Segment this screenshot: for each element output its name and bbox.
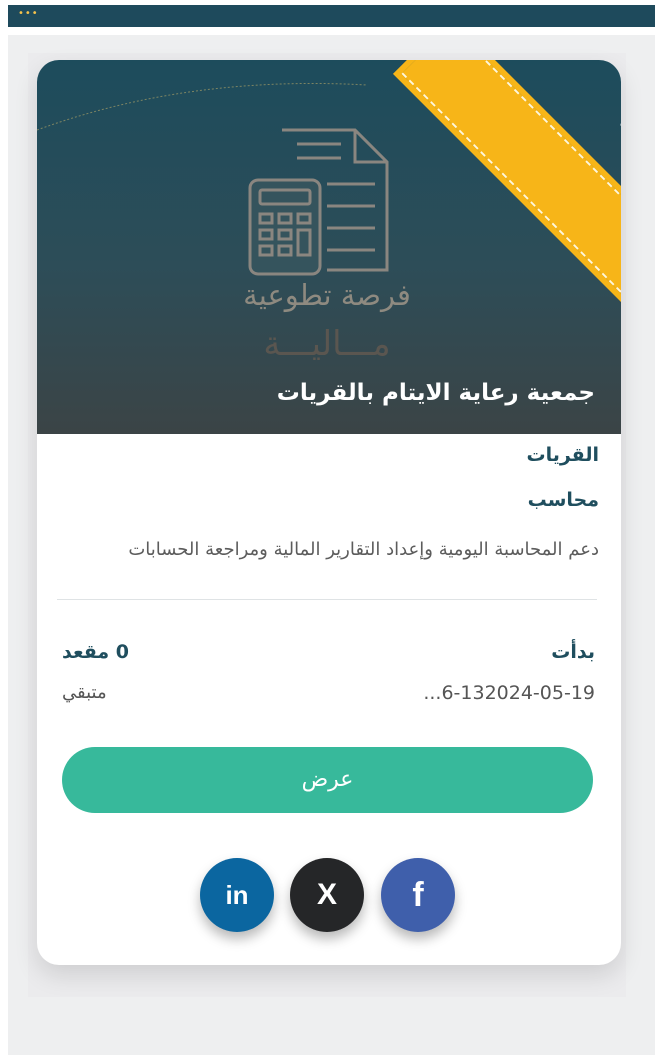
date-range: ...6-132024-05-19 bbox=[409, 682, 595, 704]
linkedin-icon: in bbox=[225, 880, 249, 910]
facebook-share-button[interactable]: f bbox=[381, 858, 455, 932]
end-date: ...6-13 bbox=[423, 682, 485, 704]
started-label: بدأت bbox=[551, 641, 595, 663]
city-label: القريات bbox=[526, 444, 599, 466]
card-hero: فرصة تطوعية مـــاليـــة جمعية رعاية الاي… bbox=[37, 60, 621, 434]
description: دعم المحاسبة اليومية وإعداد التقارير الم… bbox=[128, 539, 599, 560]
seats-count: 0 مقعد bbox=[62, 641, 129, 663]
role-label: محاسب bbox=[527, 489, 599, 511]
organization-name: جمعية رعاية الايتام بالقريات bbox=[276, 380, 595, 406]
start-date: 2024-05-19 bbox=[484, 682, 595, 704]
urgent-ribbon: عاجلة bbox=[362, 60, 621, 339]
opportunity-card[interactable]: فرصة تطوعية مـــاليـــة جمعية رعاية الاي… bbox=[37, 60, 621, 965]
facebook-icon: f bbox=[412, 876, 424, 914]
view-button[interactable]: عرض bbox=[62, 747, 593, 813]
dots-indicator: ••• bbox=[18, 8, 39, 19]
top-bar: ••• bbox=[8, 5, 655, 27]
linkedin-share-button[interactable]: in bbox=[200, 858, 274, 932]
x-share-button[interactable]: X bbox=[290, 858, 364, 932]
divider bbox=[57, 599, 597, 600]
x-icon: X bbox=[316, 878, 337, 911]
remaining-label: متبقي bbox=[62, 682, 107, 703]
ribbon-band bbox=[396, 60, 621, 339]
